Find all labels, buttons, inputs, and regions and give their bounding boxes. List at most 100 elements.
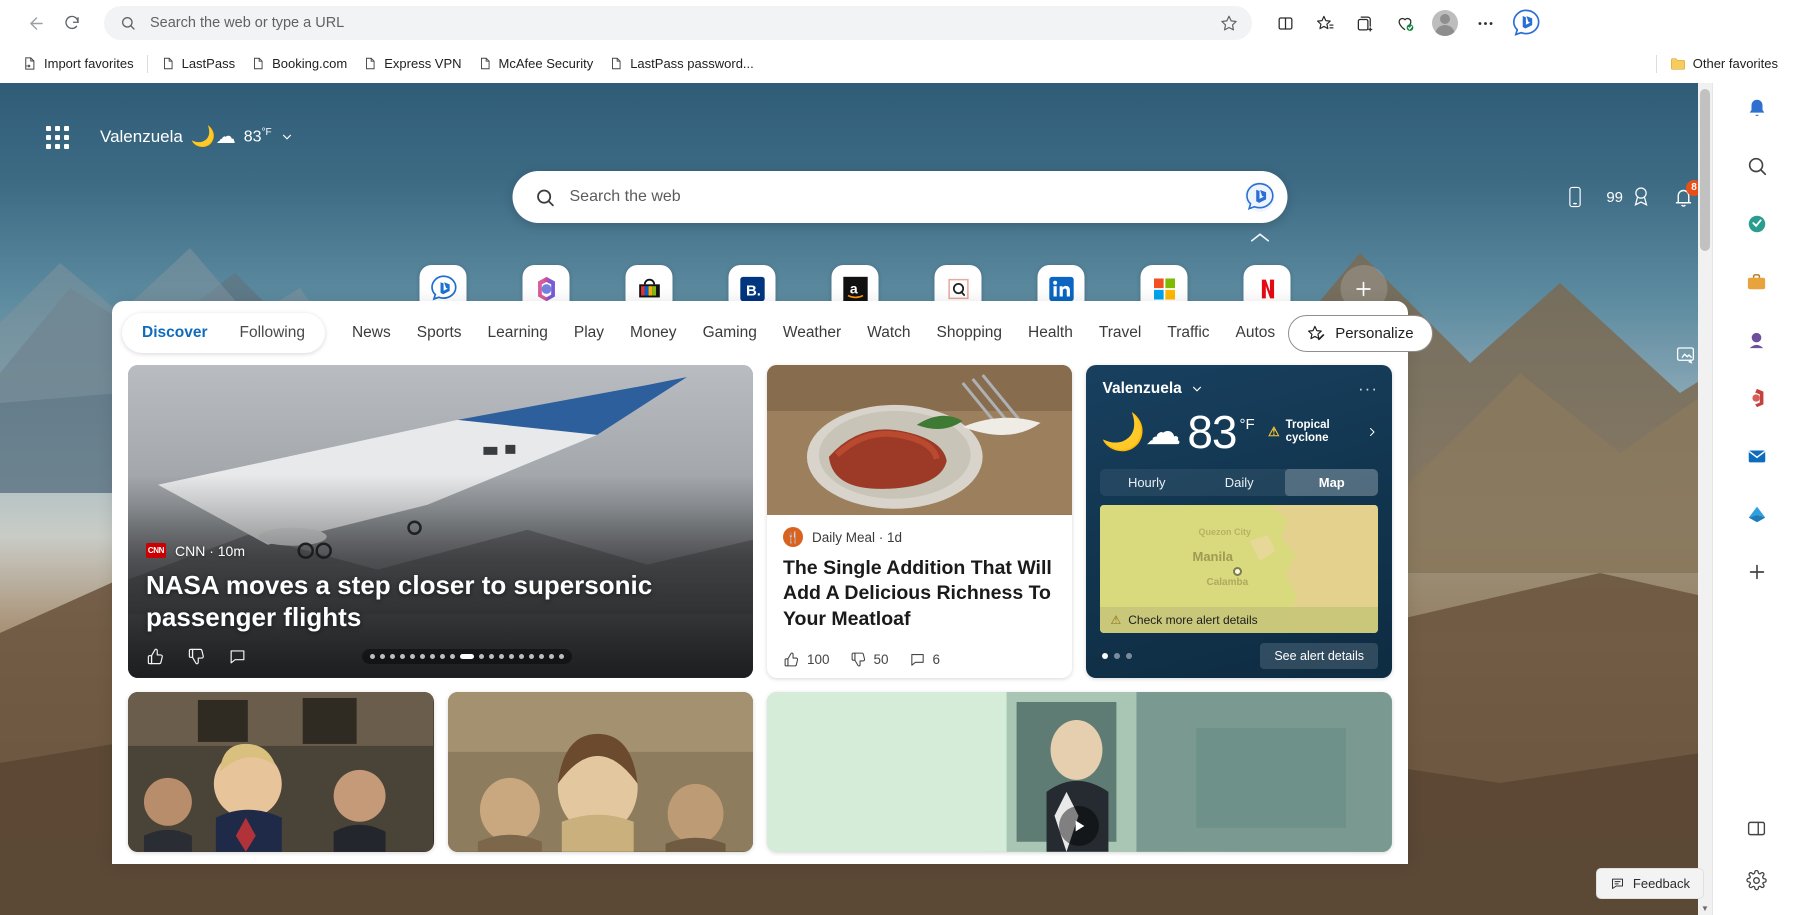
favorite-mcafee-security[interactable]: McAfee Security [470, 51, 602, 76]
favorite-lastpass-password[interactable]: LastPass password... [601, 51, 762, 76]
favorite-label: LastPass password... [630, 56, 754, 71]
meal-title: The Single Addition That Will Add A Deli… [783, 556, 1057, 632]
rewards-button[interactable]: 99 [1606, 186, 1651, 208]
weather-card-header: Valenzuela ··· [1086, 365, 1392, 399]
tab-play[interactable]: Play [561, 316, 617, 350]
tab-traffic[interactable]: Traffic [1154, 316, 1222, 350]
see-alert-details-button[interactable]: See alert details [1260, 643, 1378, 669]
weather-map[interactable]: Quezon City Manila Calamba ⚠ Check more … [1100, 505, 1378, 633]
like-action[interactable]: 100 [783, 651, 830, 668]
page-scrollbar[interactable]: ▲ ▼ [1698, 73, 1712, 915]
tab-autos[interactable]: Autos [1223, 316, 1289, 350]
chevron-down-icon[interactable] [1190, 382, 1204, 396]
address-bar[interactable]: Search the web or type a URL [104, 6, 1252, 40]
svg-text:a: a [849, 280, 857, 296]
comment-action[interactable]: 6 [909, 651, 941, 668]
app-launcher-icon[interactable] [40, 120, 74, 154]
sidebar-teams[interactable] [1736, 493, 1778, 535]
tab-sports[interactable]: Sports [404, 316, 475, 350]
comment-icon[interactable] [228, 647, 247, 666]
sidebar-shopping[interactable] [1736, 203, 1778, 245]
mobile-device-icon[interactable] [1566, 186, 1584, 208]
notifications-button[interactable]: 8 [1673, 186, 1694, 209]
favorite-express-vpn[interactable]: Express VPN [355, 51, 469, 76]
tab-travel[interactable]: Travel [1086, 316, 1155, 350]
sidebar-games[interactable] [1736, 319, 1778, 361]
sidebar-notifications[interactable] [1736, 87, 1778, 129]
favorite-import-favorites[interactable]: Import favorites [14, 51, 142, 76]
tab-shopping[interactable]: Shopping [924, 316, 1016, 350]
tropical-cyclone-alert[interactable]: ⚠ Tropical cyclone [1268, 419, 1378, 445]
map-alert-bar[interactable]: ⚠ Check more alert details [1100, 607, 1378, 633]
other-favorites-folder[interactable]: Other favorites [1662, 51, 1786, 76]
back-button[interactable] [18, 5, 54, 41]
article-card-meatloaf[interactable]: 🍴 Daily Meal · 1d The Single Addition Th… [767, 365, 1073, 678]
sidebar-add[interactable] [1736, 551, 1778, 593]
weather-tab-hourly[interactable]: Hourly [1100, 469, 1193, 496]
weather-temperature: 83 [1187, 405, 1236, 459]
scrollbar-thumb[interactable] [1700, 89, 1710, 251]
more-options-icon[interactable] [1466, 4, 1504, 42]
video-card-wide[interactable] [767, 692, 1392, 852]
personalize-button[interactable]: Personalize [1288, 315, 1432, 352]
bing-copilot-icon[interactable] [1240, 177, 1280, 217]
play-icon[interactable] [1059, 806, 1099, 846]
tab-health[interactable]: Health [1015, 316, 1086, 350]
scroll-down-arrow[interactable]: ▼ [1698, 901, 1712, 915]
reload-button[interactable] [54, 5, 90, 41]
meal-actions: 100 50 6 [783, 651, 1057, 668]
tab-money[interactable]: Money [617, 316, 690, 350]
ntp-search-box[interactable] [513, 171, 1288, 223]
sidebar-split-screen[interactable] [1736, 807, 1778, 849]
dislike-action[interactable]: 50 [850, 651, 889, 668]
ntp-search-input[interactable] [570, 188, 1240, 206]
carousel-dots[interactable] [362, 649, 572, 664]
page-icon [251, 56, 265, 71]
chevron-up-icon[interactable] [1249, 231, 1271, 245]
favorite-label: LastPass [182, 56, 235, 71]
hero-source-label: CNN · 10m [175, 543, 245, 559]
sidebar-search[interactable] [1736, 145, 1778, 187]
news-card-politics[interactable] [128, 692, 434, 852]
tab-news[interactable]: News [339, 316, 404, 350]
profile-avatar[interactable] [1426, 4, 1464, 42]
image-edit-icon[interactable] [1675, 345, 1696, 365]
weather-pager[interactable] [1102, 653, 1132, 659]
warning-triangle-icon: ⚠ [1268, 425, 1280, 440]
thumbs-up-icon[interactable] [146, 647, 165, 666]
tab-weather[interactable]: Weather [770, 316, 854, 350]
chevron-down-icon[interactable] [280, 130, 294, 144]
map-label-1: Manila [1192, 549, 1232, 564]
more-dots-icon[interactable]: ··· [1358, 379, 1378, 399]
weather-tab-map[interactable]: Map [1285, 469, 1378, 496]
favorite-booking[interactable]: Booking.com [243, 51, 355, 76]
moon-cloud-icon: 🌙☁ [191, 127, 236, 147]
collections-icon[interactable] [1346, 4, 1384, 42]
feedback-button[interactable]: Feedback [1596, 868, 1704, 899]
thumbs-down-icon[interactable] [187, 647, 206, 666]
cnn-logo: CNN [146, 543, 166, 558]
weather-tab-daily[interactable]: Daily [1193, 469, 1286, 496]
star-icon[interactable] [1220, 14, 1242, 32]
ntp-weather-chip[interactable]: Valenzuela 🌙☁ 83°F [92, 122, 302, 152]
daily-meal-logo: 🍴 [783, 527, 803, 547]
tab-following[interactable]: Following [223, 318, 320, 348]
sidebar-tools[interactable] [1736, 261, 1778, 303]
sidebar-outlook[interactable] [1736, 435, 1778, 477]
tab-watch[interactable]: Watch [854, 316, 923, 350]
browser-essentials-icon[interactable] [1386, 4, 1424, 42]
tab-discover[interactable]: Discover [126, 318, 223, 348]
bing-copilot-icon[interactable] [1506, 3, 1546, 43]
split-screen-icon[interactable] [1266, 4, 1304, 42]
tab-gaming[interactable]: Gaming [690, 316, 770, 350]
favorites-star-icon[interactable] [1306, 4, 1344, 42]
sidebar-settings[interactable] [1736, 859, 1778, 901]
favorite-label: Express VPN [384, 56, 461, 71]
feedback-label: Feedback [1633, 876, 1690, 891]
tab-learning[interactable]: Learning [475, 316, 561, 350]
sidebar-office[interactable] [1736, 377, 1778, 419]
news-card-religion[interactable] [448, 692, 754, 852]
rewards-medal-icon [1631, 186, 1651, 208]
hero-article-card[interactable]: CNN CNN · 10m NASA moves a step closer t… [128, 365, 753, 678]
favorite-lastpass[interactable]: LastPass [153, 51, 243, 76]
